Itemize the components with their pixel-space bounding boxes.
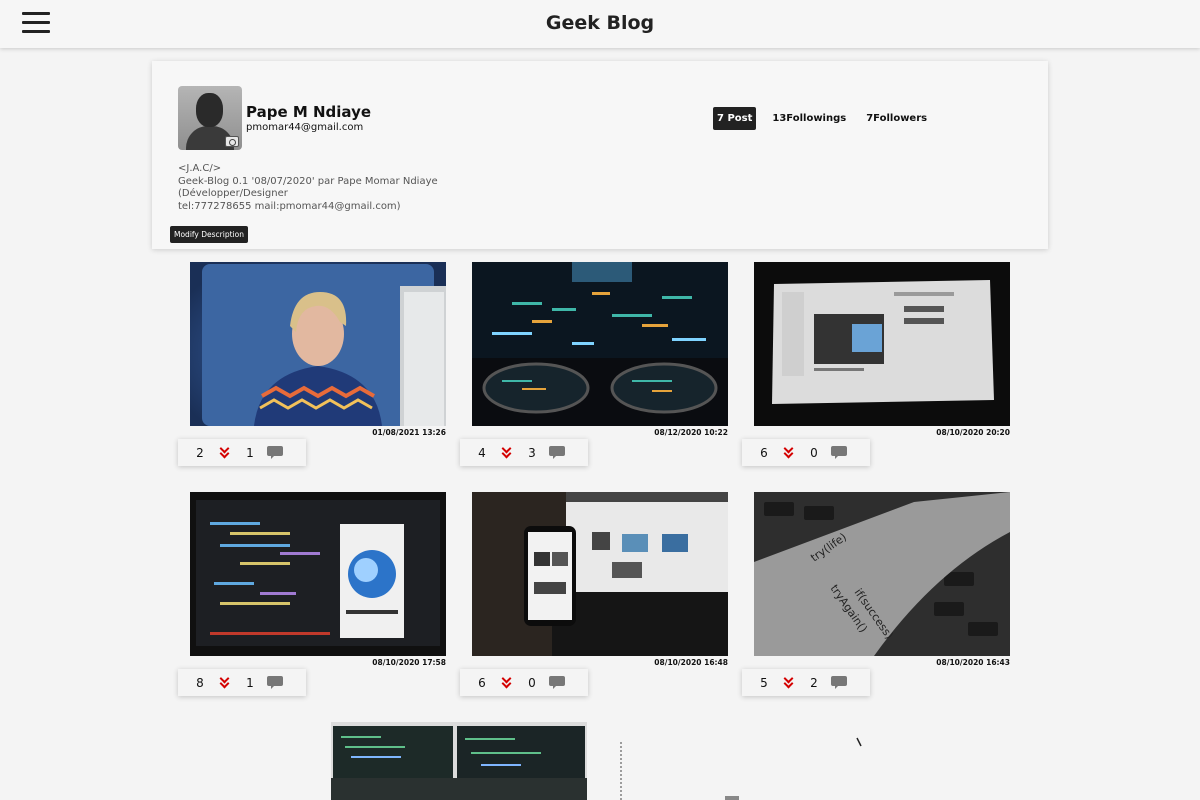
modify-description-button[interactable]: Modify Description [170, 226, 248, 243]
camera-icon[interactable] [225, 136, 239, 147]
post-image[interactable] [754, 262, 1010, 426]
comment-count: 1 [246, 675, 254, 690]
vote-count: 5 [760, 675, 768, 690]
description-line: <J.A.C/> [178, 163, 222, 174]
post-photo [331, 722, 587, 800]
post-date: 08/10/2020 20:20 [936, 428, 1010, 437]
post-actions: 5 2 [742, 669, 870, 696]
avatar [178, 86, 242, 150]
post-image[interactable]: try(life) tryAgain() if(success) [754, 492, 1010, 656]
comment-icon[interactable] [831, 446, 847, 459]
description-line: tel:777278655 mail:pmomar44@gmail.com) [178, 200, 401, 212]
profile-description: <J.A.C/> Geek-Blog 0.1 '08/07/2020' par … [178, 163, 478, 213]
comment-icon[interactable] [267, 446, 283, 459]
double-chevron-down-icon[interactable] [501, 443, 513, 460]
post-photo [472, 262, 728, 426]
post-image[interactable] [331, 722, 587, 800]
profile-name: Pape M Ndiaye [246, 103, 372, 121]
vote-count: 2 [196, 445, 204, 460]
post-photo: try(life) tryAgain() if(success) [754, 492, 1010, 656]
site-title: Geek Blog [545, 12, 655, 34]
post-actions: 6 0 [460, 669, 588, 696]
description-line: Geek-Blog 0.1 '08/07/2020' par Pape Moma… [178, 175, 438, 187]
post-image[interactable] [190, 262, 446, 426]
followings-count-tab[interactable]: 13Followings [768, 107, 850, 130]
comment-count: 3 [528, 445, 536, 460]
post-photo [754, 262, 1010, 426]
profile-stats: 7 Post 13Followings 7Followers [713, 107, 931, 130]
double-chevron-down-icon[interactable] [219, 443, 231, 460]
double-chevron-down-icon[interactable] [219, 673, 231, 690]
followers-count-tab[interactable]: 7Followers [862, 107, 931, 130]
post-photo [202, 264, 446, 426]
double-chevron-down-icon[interactable] [501, 673, 513, 690]
posts-count-tab[interactable]: 7 Post [713, 107, 757, 130]
post-actions: 4 3 [460, 439, 588, 466]
description-line: (Développer/Designer [178, 188, 288, 199]
post-date: 01/08/2021 13:26 [372, 428, 446, 437]
post-image[interactable] [472, 262, 728, 426]
post-actions: 6 0 [742, 439, 870, 466]
double-chevron-down-icon[interactable] [783, 673, 795, 690]
post-actions: 2 1 [178, 439, 306, 466]
comment-icon[interactable] [549, 446, 565, 459]
post-date: 08/12/2020 10:22 [654, 428, 728, 437]
post-image[interactable] [190, 492, 446, 656]
post-photo [620, 737, 862, 800]
vote-count: 4 [478, 445, 486, 460]
vote-count: 6 [760, 445, 768, 460]
comment-icon[interactable] [549, 676, 565, 689]
post-photo [472, 492, 728, 656]
vote-count: 8 [196, 675, 204, 690]
vote-count: 6 [478, 675, 486, 690]
comment-icon[interactable] [831, 676, 847, 689]
post-actions: 8 1 [178, 669, 306, 696]
post-date: 08/10/2020 17:58 [372, 658, 446, 667]
post-image[interactable] [613, 722, 869, 800]
comment-count: 0 [810, 445, 818, 460]
comment-icon[interactable] [267, 676, 283, 689]
profile-email: pmomar44@gmail.com [246, 122, 364, 133]
double-chevron-down-icon[interactable] [783, 443, 795, 460]
comment-count: 1 [246, 445, 254, 460]
post-date: 08/10/2020 16:43 [936, 658, 1010, 667]
comment-count: 0 [528, 675, 536, 690]
top-bar: Geek Blog [0, 0, 1200, 48]
comment-count: 2 [810, 675, 818, 690]
post-photo [190, 492, 446, 656]
post-date: 08/10/2020 16:48 [654, 658, 728, 667]
profile-card: Pape M Ndiaye pmomar44@gmail.com 7 Post … [152, 61, 1048, 249]
post-image[interactable] [472, 492, 728, 656]
